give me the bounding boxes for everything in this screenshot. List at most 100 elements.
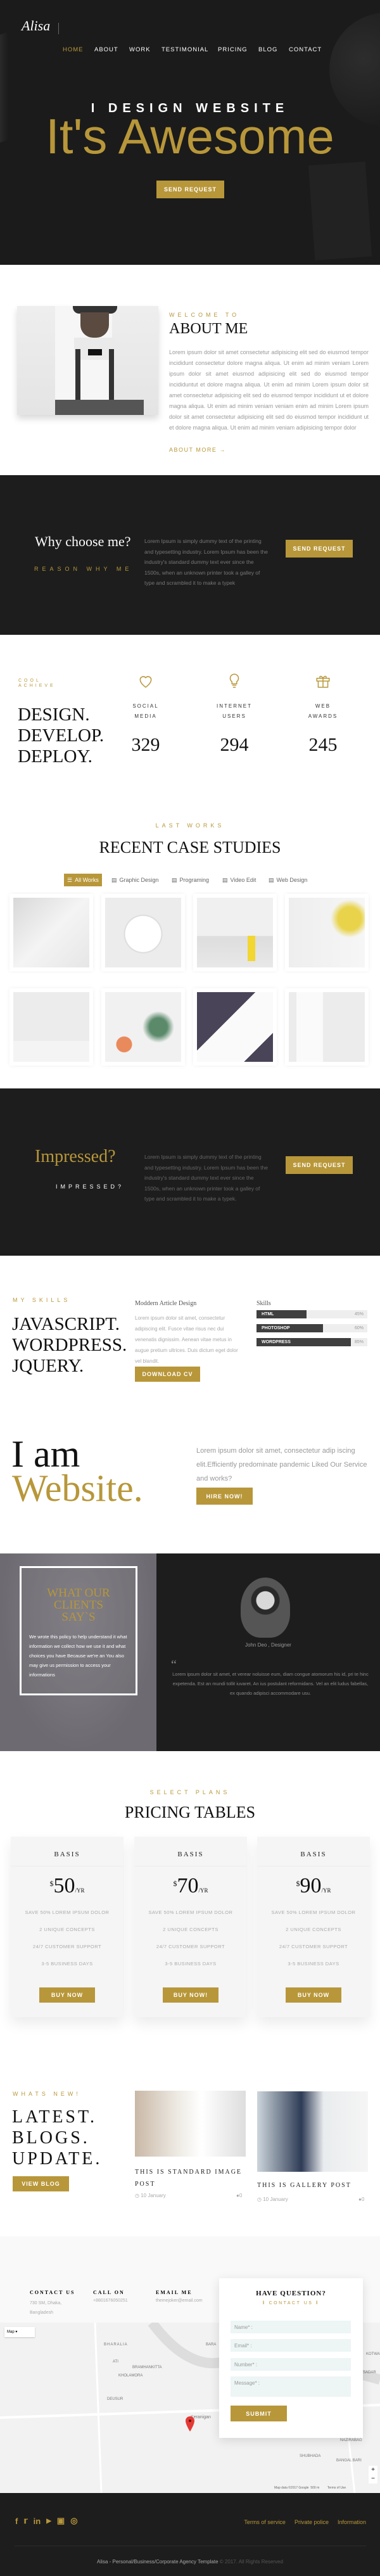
name-input[interactable]: Name* : <box>231 2321 351 2333</box>
nav-contact[interactable]: CONTACT <box>289 46 322 53</box>
map-label: KHOLAMORA <box>118 2374 143 2378</box>
stat-value: 329 <box>131 734 160 755</box>
nav-blog[interactable]: BLOG <box>258 46 277 53</box>
why-send-request-button[interactable]: SEND REQUEST <box>286 540 353 558</box>
filter-video-edit[interactable]: ▤ Video Edit <box>219 874 259 886</box>
skill-bar-wordpress: WORDPRESS 85% <box>256 1338 367 1346</box>
skill-percent: 45% <box>354 1312 364 1317</box>
portfolio-item-flowers[interactable] <box>285 894 369 971</box>
portfolio-item-letter-a[interactable] <box>10 988 93 1066</box>
work-title: RECENT CASE STUDIES <box>99 838 281 857</box>
clock-icon: ◷ <box>257 2197 263 2202</box>
terms-link[interactable]: Terms of service <box>244 2519 286 2525</box>
testimonial-frame: WHAT OUR CLIENTS SAY`S We wrote this pol… <box>20 1566 137 1695</box>
map-label: BHARALIA <box>104 2343 128 2347</box>
about-photo <box>17 306 158 415</box>
privacy-link[interactable]: Private police <box>294 2519 329 2525</box>
email-input[interactable]: Email* : <box>231 2339 351 2352</box>
impressed-subtitle: IMPRESSED? <box>56 1183 125 1190</box>
about-more-link[interactable]: ABOUT MORE → <box>169 447 226 453</box>
impressed-text: Lorem Ipsum is simply dummy text of the … <box>144 1154 268 1202</box>
download-cv-button[interactable]: DOWNLOAD CV <box>135 1367 200 1382</box>
logo[interactable]: Alisa <box>22 18 50 34</box>
plan-feature: 2 UNIQUE CONCEPTS <box>39 1927 95 1932</box>
filter-programing[interactable]: ▤ Programing <box>168 874 212 886</box>
map-label: KOTWA <box>366 2352 380 2356</box>
impressed-send-request-button[interactable]: SEND REQUEST <box>286 1156 353 1174</box>
hire-now-button[interactable]: HIRE NOW! <box>196 1488 253 1505</box>
map-type-select[interactable]: Map ▾ <box>4 2327 35 2337</box>
portfolio-item-clock[interactable] <box>101 894 185 971</box>
pricing-card: BASIS $70/YR SAVE 50% LOREM IPSUM DOLOR 2… <box>134 1837 247 2017</box>
blog-post-title[interactable]: THIS IS STANDARD IMAGE POST <box>135 2166 249 2190</box>
view-blog-button[interactable]: VIEW BLOG <box>13 2176 69 2191</box>
map-label: BANGAL BARI <box>336 2459 362 2463</box>
plan-feature: SAVE 50% LOREM IPSUM DOLOR <box>148 1910 233 1915</box>
map-zoom-out[interactable]: − <box>369 2475 377 2484</box>
decor-device <box>308 162 372 260</box>
instagram-icon[interactable]: ▣ <box>57 2516 65 2526</box>
information-link[interactable]: Information <box>338 2519 366 2525</box>
message-textarea[interactable]: Message* : <box>231 2376 351 2397</box>
plan-price: $70/YR <box>173 1874 208 1897</box>
blog-post-date: ◷ 10 January <box>257 2197 288 2202</box>
nav-pricing[interactable]: PRICING <box>218 46 248 53</box>
linkedin-icon[interactable]: in <box>34 2516 41 2526</box>
list-icon: ☰ <box>67 876 73 883</box>
skill-percent: 60% <box>354 1326 364 1330</box>
contact-phone[interactable]: +8801676050251 <box>93 2299 128 2303</box>
portfolio-item-pencils[interactable] <box>101 988 185 1066</box>
nav-home[interactable]: HOME <box>63 46 84 53</box>
nav-testimonial[interactable]: TESTIMONIAL <box>162 46 208 53</box>
submit-button[interactable]: SUBMIT <box>231 2406 287 2421</box>
twitter-icon[interactable]: 𝕣 <box>23 2516 27 2526</box>
plan-price: $50/YR <box>49 1874 85 1897</box>
portfolio-item-coffee[interactable] <box>10 894 93 971</box>
facebook-icon[interactable]: f <box>15 2516 18 2526</box>
blog-post-image[interactable] <box>257 2091 368 2172</box>
filter-graphic-design[interactable]: ▤ Graphic Design <box>108 874 162 886</box>
filter-web-design[interactable]: ▤ Web Design <box>265 874 310 886</box>
number-input[interactable]: Number* : <box>231 2358 351 2371</box>
contact-email[interactable]: themejoker@email.com <box>156 2299 203 2303</box>
why-text: Lorem Ipsum is simply dummy text of the … <box>144 538 268 586</box>
buy-now-button[interactable]: BUY NOW <box>286 1987 341 2003</box>
send-request-button[interactable]: SEND REQUEST <box>156 181 224 198</box>
skills-title: Skills <box>256 1300 271 1307</box>
blog-post-comments[interactable]: ●0 <box>236 2193 242 2198</box>
pricing-card: BASIS $90/YR SAVE 50% LOREM IPSUM DOLOR 2… <box>257 1837 370 2017</box>
portfolio-item-notebook[interactable] <box>193 988 277 1066</box>
client-name: John Deo , Designer <box>245 1642 291 1648</box>
youtube-icon[interactable]: ▶ <box>46 2518 51 2525</box>
stat-label: INTERNET USERS <box>217 703 252 719</box>
map-label: BARA <box>206 2343 217 2347</box>
plan-price: $90/YR <box>296 1874 331 1897</box>
skill-percent: 85% <box>354 1340 364 1344</box>
about-text: Lorem ipsum dolor sit amet consectetur a… <box>169 349 369 431</box>
blog-kicker: WHATS NEW! <box>13 2091 81 2097</box>
blog-post-title[interactable]: THIS IS GALLERY POST <box>257 2182 352 2189</box>
buy-now-button[interactable]: BUY NOW <box>39 1987 95 2003</box>
hire-section: I am Website. Lorem ipsum dolor sit amet… <box>0 1391 380 1553</box>
portfolio-item-brick-card[interactable] <box>285 988 369 1066</box>
nav-work[interactable]: WORK <box>129 46 151 53</box>
skill-bar-photoshop: PHOTOSHOP 60% <box>256 1324 367 1332</box>
map-pin-icon[interactable] <box>186 2416 194 2432</box>
stat-value: 294 <box>220 734 249 755</box>
document-icon: ▤ <box>269 876 274 883</box>
portfolio-item-chairs[interactable] <box>193 894 277 971</box>
skills-headline: JAVASCRIPT. WORDPRESS. JQUERY. <box>12 1314 127 1376</box>
map-zoom-in[interactable]: + <box>369 2466 377 2475</box>
skill-bar-html: HTML 45% <box>256 1310 367 1318</box>
blog-post-comments[interactable]: ●0 <box>358 2197 364 2202</box>
footer-links: Terms of service Private police Informat… <box>244 2519 366 2525</box>
blog-post-image[interactable] <box>135 2091 246 2157</box>
dribbble-icon[interactable]: ◎ <box>70 2516 77 2526</box>
logo-divider <box>58 23 59 34</box>
plan-feature: 2 UNIQUE CONCEPTS <box>286 1927 341 1932</box>
map-label: DEUSUR <box>107 2397 124 2401</box>
article-title: Moddern Article Design <box>135 1300 197 1307</box>
filter-all-works[interactable]: ☰ All Works <box>64 874 102 886</box>
buy-now-button[interactable]: BUY NOW! <box>163 1987 218 2003</box>
nav-about[interactable]: ABOUT <box>94 46 118 53</box>
